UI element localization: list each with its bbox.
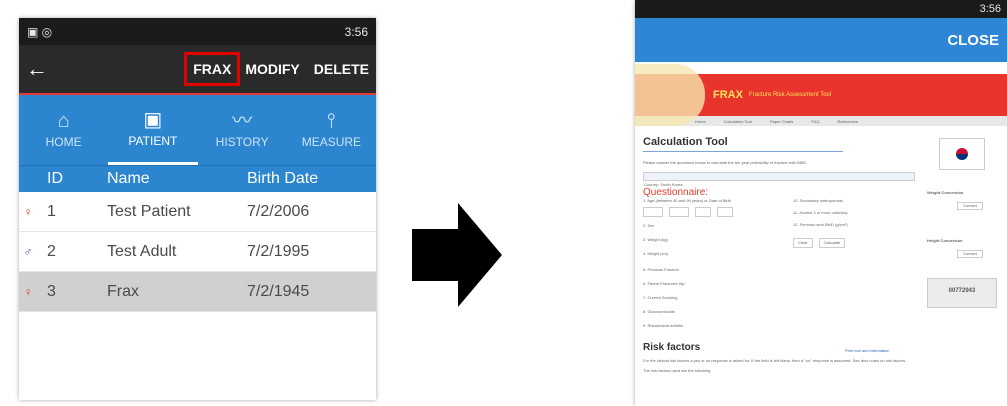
tab-history[interactable]: 〰 HISTORY	[198, 95, 287, 165]
female-icon: ♀	[23, 204, 33, 219]
counter-box: 00772943	[927, 278, 997, 308]
nav-home[interactable]: Home	[695, 119, 706, 124]
arrow-left-icon[interactable]: ←	[19, 56, 55, 82]
korea-flag-icon	[939, 138, 985, 170]
nav-calculation-tool[interactable]: Calculation Tool	[724, 119, 752, 124]
calc-title: Calculation Tool	[643, 136, 843, 152]
phone-screenshot: ▣ ◎ 3:56 ← FRAX MODIFY DELETE ⌂ HOME ▣ P…	[19, 18, 376, 400]
height-conversion: Height Conversion	[927, 238, 963, 243]
tab-patient[interactable]: ▣ PATIENT	[108, 95, 198, 165]
frax-header: FRAX Fracture Risk Assessment Tool	[635, 64, 1007, 126]
delete-button[interactable]: DELETE	[314, 61, 369, 77]
male-icon: ♂	[23, 244, 33, 259]
table-row[interactable]: ♂ 2 Test Adult 7/2/1995	[19, 232, 376, 272]
frax-subtitle: Fracture Risk Assessment Tool	[748, 92, 832, 98]
status-bar: ▣ ◎ 3:56	[19, 18, 376, 45]
home-icon: ⌂	[57, 110, 70, 132]
close-button[interactable]: CLOSE	[947, 32, 999, 49]
clear-button[interactable]: Clear	[793, 238, 813, 248]
table-row[interactable]: ♀ 1 Test Patient 7/2/2006	[19, 192, 376, 232]
header-birth-date: Birth Date	[247, 170, 319, 187]
questions-left: 1. Age (between 40 and 90 years) or Date…	[643, 198, 733, 328]
modify-button[interactable]: MODIFY	[245, 61, 299, 77]
risk-factors-title: Risk factors	[643, 342, 701, 353]
frax-logo	[635, 64, 705, 126]
age-input[interactable]	[643, 207, 663, 217]
weight-convert-button[interactable]: Convert	[957, 202, 983, 210]
nav-faq[interactable]: FAQ	[811, 119, 819, 124]
status-time: 3:56	[344, 24, 368, 39]
chart-line-icon: 〰	[232, 110, 253, 132]
frax-button[interactable]: FRAX	[184, 52, 241, 86]
patient-icon: ▣	[143, 108, 163, 131]
female-icon: ♀	[23, 284, 33, 299]
nav-references[interactable]: References	[837, 119, 857, 124]
questions-right: 10. Secondary osteoporosis 11. Alcohol 3…	[793, 198, 913, 337]
birth-year-input[interactable]	[669, 207, 689, 217]
tab-measure[interactable]: ⫯ MEASURE	[287, 95, 376, 165]
height-convert-button[interactable]: Convert	[957, 250, 983, 258]
sidebar: Weight Conversion Convert Height Convers…	[927, 128, 997, 308]
weight-conversion: Weight Conversion	[927, 190, 964, 195]
arrow-right-icon	[412, 203, 502, 307]
birth-month-input[interactable]	[695, 207, 711, 217]
birth-day-input[interactable]	[717, 207, 733, 217]
browser-status-bar: 3:56	[635, 0, 1007, 18]
tab-bar: ⌂ HOME ▣ PATIENT 〰 HISTORY ⫯ MEASURE	[19, 95, 376, 165]
header-name: Name	[107, 170, 150, 187]
browser-screenshot: 3:56 CLOSE FRAX Fracture Risk Assessment…	[635, 0, 1007, 406]
calculate-button[interactable]: Calculate	[818, 238, 846, 248]
print-link[interactable]: Print tool and information	[845, 348, 889, 354]
tab-home[interactable]: ⌂ HOME	[19, 95, 108, 165]
frax-title: FRAX	[713, 89, 743, 101]
nav-paper-charts[interactable]: Paper Charts	[770, 119, 794, 124]
table-header: ID Name Birth Date	[19, 165, 376, 192]
app-bar: ← FRAX MODIFY DELETE	[19, 45, 376, 95]
table-row-selected[interactable]: ♀ 3 Frax 7/2/1945	[19, 272, 376, 312]
status-icons-left: ▣ ◎	[27, 24, 53, 39]
browser-toolbar: CLOSE	[635, 18, 1007, 62]
risk-factors-text: For the clinical risk factors a yes or n…	[643, 358, 907, 373]
device-icon: ⫯	[327, 110, 336, 132]
header-id: ID	[47, 170, 63, 187]
